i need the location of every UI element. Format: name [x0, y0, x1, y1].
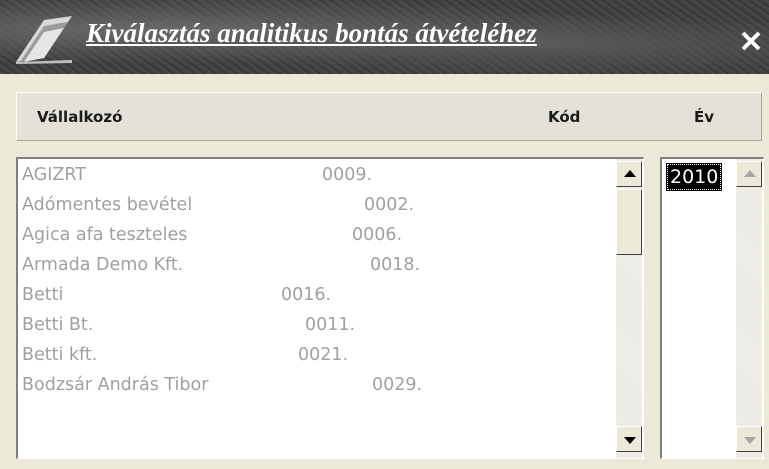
contractor-name: Betti Bt. [22, 315, 94, 335]
book-logo-icon [16, 16, 72, 64]
list-item[interactable]: AGIZRT 0009. [22, 165, 602, 194]
contractor-name: Betti kft. [22, 345, 98, 365]
header-code[interactable]: Kód [548, 108, 580, 126]
contractor-code: 0009. [322, 165, 373, 185]
arrow-up-icon [744, 170, 756, 177]
contractor-list[interactable]: AGIZRT 0009. Adómentes bevétel 0002. Agi… [16, 157, 644, 459]
contractor-code: 0006. [352, 225, 403, 245]
contractor-code: 0018. [370, 255, 421, 275]
window-title: Kiválasztás analitikus bontás átvételéhe… [86, 18, 537, 48]
contractor-name: Armada Demo Kft. [22, 255, 184, 275]
scroll-down-button[interactable] [616, 426, 642, 452]
list-item[interactable]: Betti 0016. [22, 285, 602, 314]
header-contractor[interactable]: Vállalkozó [37, 108, 122, 126]
contractor-code: 0002. [364, 195, 415, 215]
list-item[interactable]: Betti kft. 0021. [22, 345, 602, 374]
list-item[interactable]: Adómentes bevétel 0002. [22, 195, 602, 224]
title-bar: Kiválasztás analitikus bontás átvételéhe… [0, 0, 769, 74]
column-header: Vállalkozó Kód Év [16, 92, 762, 141]
year-list[interactable]: 2010 [660, 157, 764, 459]
contractor-name: AGIZRT [22, 165, 86, 185]
contractor-code: 0016. [281, 285, 332, 305]
list-item[interactable]: Agica afa teszteles 0006. [22, 225, 602, 254]
scroll-thumb[interactable] [616, 189, 642, 255]
scroll-up-button[interactable] [616, 161, 642, 187]
contractor-name: Betti [22, 285, 64, 305]
year-scroll-down-button[interactable] [736, 426, 762, 452]
year-scroll-up-button[interactable] [736, 161, 762, 187]
contractor-code: 0029. [372, 375, 423, 395]
header-year[interactable]: Év [694, 108, 714, 126]
contractor-scrollbar[interactable] [616, 159, 642, 458]
arrow-down-icon [744, 437, 756, 444]
contractor-code: 0011. [305, 315, 356, 335]
contractor-name: Adómentes bevétel [22, 195, 193, 215]
contractor-code: 0021. [298, 345, 349, 365]
list-item[interactable]: Betti Bt. 0011. [22, 315, 602, 344]
list-item[interactable]: Bodzsár András Tibor 0029. [22, 375, 602, 404]
contractor-name: Bodzsár András Tibor [22, 375, 209, 395]
close-icon[interactable] [738, 28, 764, 54]
year-scrollbar[interactable] [736, 159, 762, 458]
arrow-down-icon [624, 437, 636, 444]
year-item-selected[interactable]: 2010 [666, 163, 723, 191]
contractor-name: Agica afa teszteles [22, 225, 188, 245]
list-item[interactable]: Armada Demo Kft. 0018. [22, 255, 602, 284]
arrow-up-icon [624, 170, 636, 177]
